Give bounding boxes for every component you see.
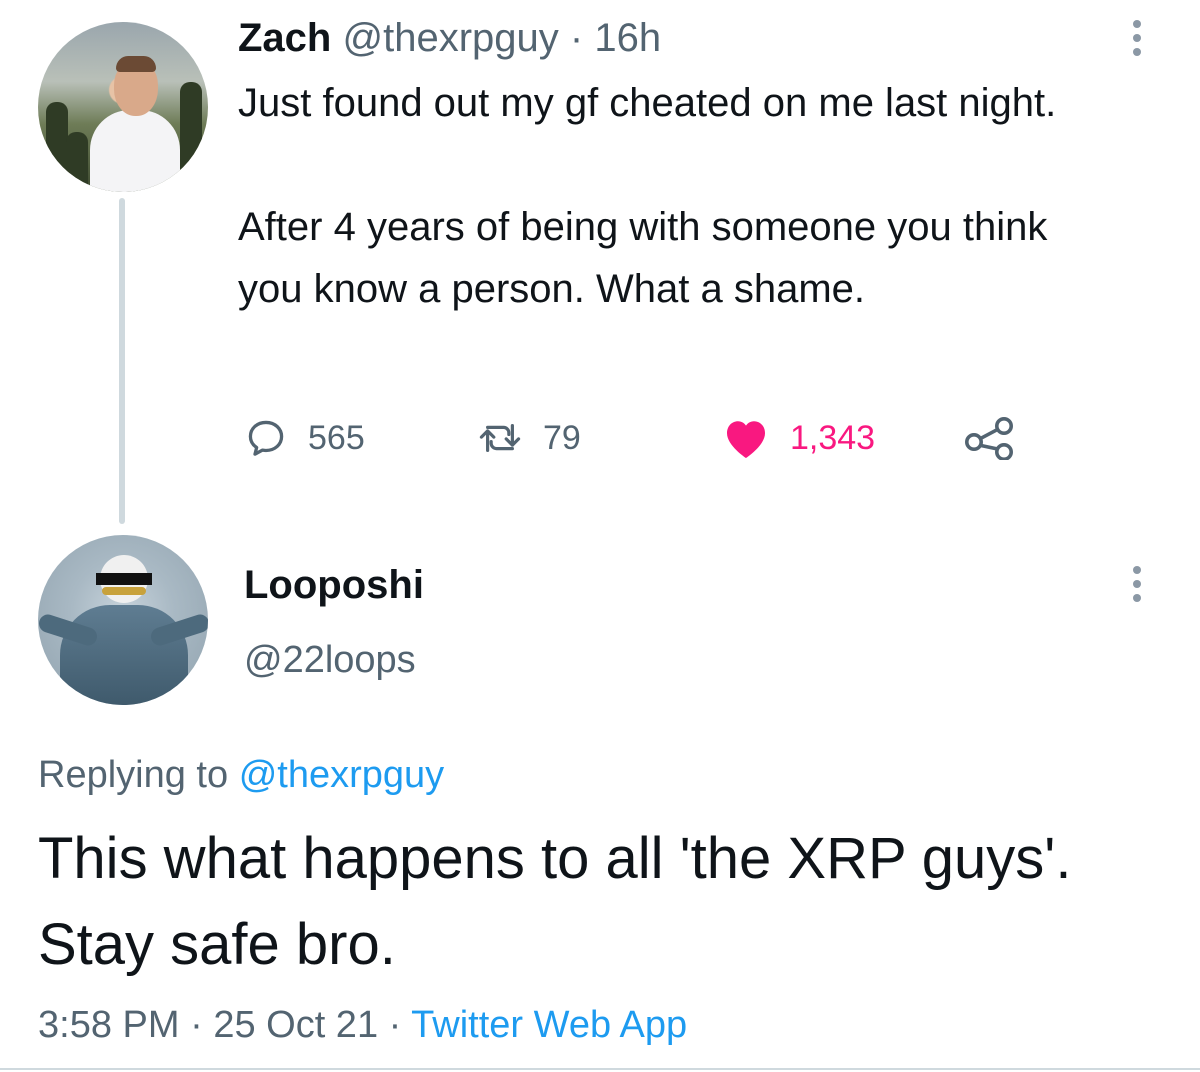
header-separator: · [569,16,584,60]
tweet-text: Just found out my gf cheated on me last … [238,72,1118,320]
reply-count: 565 [308,418,365,457]
author-avatar[interactable] [38,22,208,192]
meta-separator: · [388,1004,402,1046]
retweet-icon [479,424,521,452]
replying-to: Replying to @thexrpguy [38,750,444,800]
reply-icon [248,420,284,456]
retweet-count: 79 [543,418,581,457]
reply-metadata: 3:58 PM · 25 Oct 21 · Twitter Web App [38,1000,687,1050]
retweet-button[interactable]: 79 [477,412,581,464]
tweet-header: Zach @thexrpguy · 16h [238,12,661,64]
replying-prefix: Replying to [38,754,229,796]
reply-button[interactable]: 565 [244,412,365,464]
reply-date[interactable]: 25 Oct 21 [213,1004,378,1046]
replying-to-link[interactable]: @thexrpguy [239,754,444,796]
reply-author-name[interactable]: Looposhi [244,560,424,610]
meta-separator: · [190,1004,203,1046]
divider [0,1068,1200,1070]
reply-author-handle[interactable]: @22loops [244,636,416,684]
tweet-text-paragraph: After 4 years of being with someone you … [238,205,1048,311]
like-count: 1,343 [790,418,876,457]
tweet-text-paragraph: Just found out my gf cheated on me last … [238,81,1057,125]
tweet-time[interactable]: 16h [594,16,661,60]
reply-author-avatar[interactable] [38,535,208,705]
share-icon [965,417,1013,460]
reply-time[interactable]: 3:58 PM [38,1004,180,1046]
reply-source[interactable]: Twitter Web App [411,1004,687,1046]
heart-icon [727,421,765,458]
more-icon[interactable] [1132,566,1142,602]
more-icon[interactable] [1132,20,1142,56]
like-button[interactable]: 1,343 [722,412,875,464]
author-handle[interactable]: @thexrpguy [342,16,558,60]
thread-connector [119,198,125,524]
author-name[interactable]: Zach [238,16,331,60]
share-button[interactable] [964,412,1016,464]
reply-text: This what happens to all 'the XRP guys'.… [38,826,1072,977]
